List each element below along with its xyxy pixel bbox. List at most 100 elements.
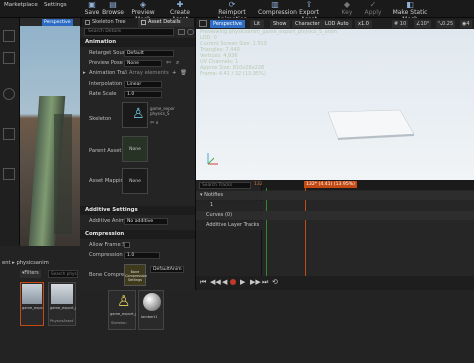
lod-button[interactable]: LOD Auto: [322, 20, 352, 28]
play-icon[interactable]: ▶: [240, 278, 245, 286]
additive-anim-row: Additive Anim No additive: [80, 216, 195, 226]
track-row-lane: [262, 191, 474, 200]
physics-asset-thumbnail: [51, 284, 73, 304]
bone-compression-dropdown[interactable]: DefaultAnim: [150, 266, 184, 273]
menu-marketplace[interactable]: Marketplace: [4, 2, 38, 8]
scale-snap-toggle[interactable]: ⤡0.25: [436, 20, 456, 28]
details-search-input[interactable]: Search Details: [84, 28, 174, 36]
timeline-search-input[interactable]: Search Tracks: [199, 182, 251, 189]
apply-button[interactable]: ✓ Apply: [362, 0, 384, 17]
retarget-source-row: Retarget Sour Default: [80, 48, 195, 58]
character-button[interactable]: Character: [292, 20, 323, 28]
move-icon[interactable]: [3, 52, 15, 64]
breadcrumb-folder[interactable]: physicsanim: [16, 260, 48, 266]
allow-frame-checkbox[interactable]: [124, 242, 130, 248]
asset-tile[interactable]: ♙ game_export_physics_S Skeleton: [108, 290, 136, 330]
step-back-icon[interactable]: ◀◀: [210, 278, 221, 286]
make-static-mesh-button[interactable]: ◧Make Static Mesh: [386, 0, 434, 23]
skeleton-thumbnail[interactable]: ♙: [122, 102, 148, 128]
asset-tile-label: game_export_physics_S_anim: [50, 306, 76, 310]
asset-tile-type: PhysicsAsset: [50, 319, 74, 323]
delete-icon[interactable]: 🗑: [180, 68, 187, 78]
scale-icon[interactable]: [3, 128, 15, 140]
show-button[interactable]: Show: [270, 20, 290, 28]
additive-anim-dropdown[interactable]: No additive: [124, 217, 168, 225]
main-perspective-button[interactable]: Perspective: [210, 20, 245, 28]
left-perspective-button[interactable]: Perspective: [42, 18, 73, 26]
compression-category[interactable]: Compression: [80, 230, 195, 239]
skeleton-figure-icon: ♙: [132, 106, 145, 122]
compression-input[interactable]: 1.0: [124, 251, 160, 259]
interpolation-dropdown[interactable]: Linear: [124, 80, 162, 88]
collapse-icon: ▾: [200, 192, 203, 198]
track-curves[interactable]: Curves (0): [196, 211, 262, 220]
left-viewport[interactable]: Perspective: [20, 18, 80, 246]
asset-tile[interactable]: game_export_physics_S_anim PhysicsAsset: [48, 282, 76, 326]
menu-settings[interactable]: Settings: [44, 2, 67, 8]
filters-button[interactable]: ▾Filters: [20, 270, 41, 278]
rotate-icon[interactable]: [3, 88, 15, 100]
asset-tile[interactable]: lambert1: [138, 290, 164, 330]
viewport-options-icon[interactable]: [199, 20, 207, 27]
animation-category[interactable]: Animation: [80, 38, 195, 47]
timeline-playhead[interactable]: [305, 188, 306, 276]
play-reverse-icon[interactable]: ◀: [222, 278, 227, 286]
material-sphere-icon: [143, 293, 161, 311]
export-icon: ⇪: [305, 0, 313, 9]
compression-row: Compression 1.0: [80, 250, 195, 260]
snap-icon[interactable]: [3, 168, 15, 180]
record-icon[interactable]: [230, 279, 236, 285]
search-icon[interactable]: ⌕: [176, 58, 179, 68]
asset-tile-type: Skeleton: [111, 321, 127, 325]
static-mesh-icon: ◧: [406, 0, 414, 9]
skeleton-use-icon[interactable]: ⇦ ⌕: [150, 120, 159, 126]
parent-asset-thumbnail[interactable]: None: [122, 136, 148, 162]
axis-gizmo-icon: [207, 153, 218, 165]
select-icon[interactable]: [3, 30, 15, 42]
skeleton-tree-icon: [85, 20, 90, 25]
arrow-left-icon[interactable]: ⇦: [166, 58, 171, 68]
speed-button[interactable]: x1.0: [355, 20, 372, 28]
jump-start-icon[interactable]: ⏮: [200, 278, 206, 287]
track-additive[interactable]: Additive Layer Tracks: [196, 221, 262, 230]
create-asset-button[interactable]: ✚Create Asset: [164, 0, 196, 23]
additive-settings-category[interactable]: Additive Settings: [80, 206, 195, 215]
angle-snap-toggle[interactable]: ∠10°: [414, 20, 432, 28]
camera-speed-toggle[interactable]: ◉4: [460, 20, 472, 28]
browse-button[interactable]: ▤ Browse: [100, 0, 126, 17]
grid-snap-toggle[interactable]: # 10: [392, 20, 409, 28]
details-view-options-icon[interactable]: [178, 29, 185, 35]
bone-compression-thumbnail[interactable]: Bone Compression Settings: [124, 264, 147, 286]
compression-icon: ▥: [271, 0, 279, 9]
asset-tile[interactable]: game_export_physics_S_anim: [20, 282, 44, 326]
track-notify-1[interactable]: 1: [196, 201, 262, 210]
track-names-count: 3 Array elements: [124, 70, 169, 76]
asset-details-icon: [141, 20, 146, 25]
step-forward-icon[interactable]: ▶▶: [250, 278, 261, 286]
track-names-row: ▸ Animation Tra 3 Array elements + 🗑: [83, 68, 187, 78]
expand-arrow-icon[interactable]: ▸: [83, 68, 86, 78]
tab-asset-details[interactable]: Asset Details: [138, 18, 194, 27]
save-button[interactable]: ▣ Save: [84, 0, 100, 17]
rate-scale-input[interactable]: 1.0: [124, 90, 162, 98]
key-button[interactable]: ◆ Key: [338, 0, 356, 17]
retarget-source-dropdown[interactable]: Default: [124, 49, 174, 57]
details-eye-icon[interactable]: [187, 29, 194, 35]
lit-button[interactable]: Lit: [250, 20, 265, 28]
timeline-playhead-label[interactable]: 132* (4.41) (13.95%): [304, 181, 357, 188]
add-element-icon[interactable]: +: [172, 68, 176, 78]
browse-icon: ▤: [109, 0, 117, 9]
track-row-lane: [262, 211, 474, 220]
loop-icon[interactable]: ⟲: [272, 278, 278, 286]
tab-skeleton-tree[interactable]: Skeleton Tree: [82, 18, 138, 27]
preview-pose-dropdown[interactable]: None: [124, 59, 162, 67]
preview-mesh-button[interactable]: ◈Preview Mesh: [126, 0, 160, 23]
timeline-start-marker: [266, 188, 267, 276]
reimport-button[interactable]: ⟳Reimport Animation: [208, 0, 256, 23]
asset-mappings-thumbnail[interactable]: None: [122, 168, 148, 194]
content-search-input[interactable]: Search physicsanim: [48, 270, 78, 278]
export-asset-button[interactable]: ⇪Export Asset: [292, 0, 326, 23]
jump-end-icon[interactable]: ⏭: [262, 278, 268, 287]
compression-button[interactable]: ▥ Compression: [258, 0, 297, 17]
track-notifies[interactable]: ▾ Notifies: [196, 191, 262, 200]
